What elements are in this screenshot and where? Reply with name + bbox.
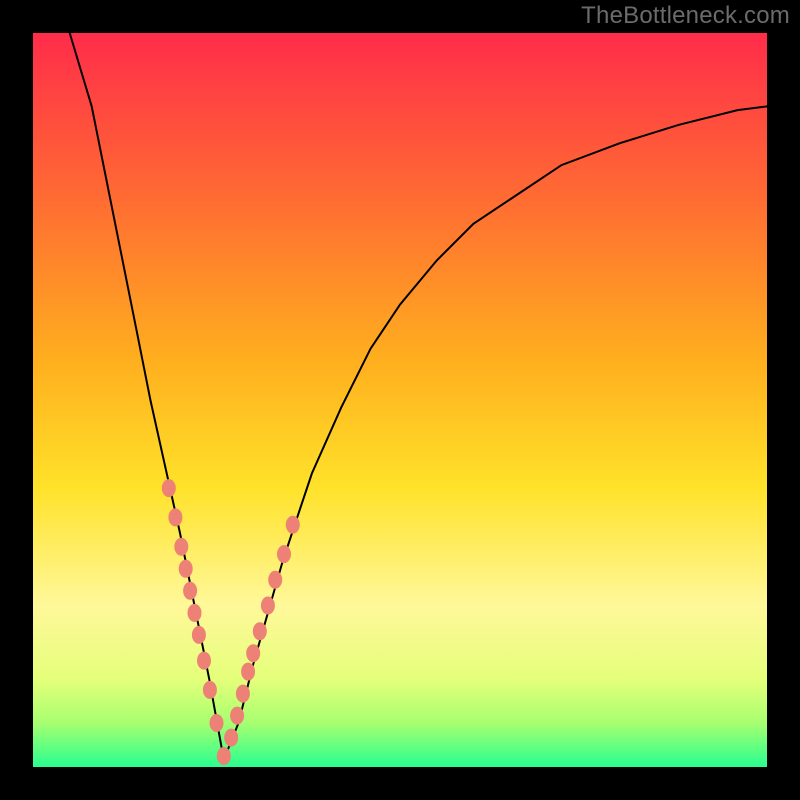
data-marker xyxy=(192,626,206,644)
data-marker xyxy=(188,604,202,622)
watermark-label: TheBottleneck.com xyxy=(581,2,790,30)
gradient-background xyxy=(33,33,767,767)
data-marker xyxy=(217,747,231,765)
data-marker xyxy=(261,597,275,615)
data-marker xyxy=(268,571,282,589)
data-marker xyxy=(183,582,197,600)
data-marker xyxy=(236,685,250,703)
data-marker xyxy=(224,729,238,747)
data-marker xyxy=(210,714,224,732)
data-marker xyxy=(241,663,255,681)
data-marker xyxy=(277,545,291,563)
data-marker xyxy=(179,560,193,578)
data-marker xyxy=(162,479,176,497)
data-marker xyxy=(246,644,260,662)
data-marker xyxy=(286,516,300,534)
data-marker xyxy=(230,707,244,725)
data-marker xyxy=(197,652,211,670)
data-marker xyxy=(253,622,267,640)
bottleneck-chart xyxy=(0,0,800,800)
data-marker xyxy=(174,538,188,556)
chart-stage: TheBottleneck.com xyxy=(0,0,800,800)
data-marker xyxy=(203,681,217,699)
data-marker xyxy=(168,508,182,526)
